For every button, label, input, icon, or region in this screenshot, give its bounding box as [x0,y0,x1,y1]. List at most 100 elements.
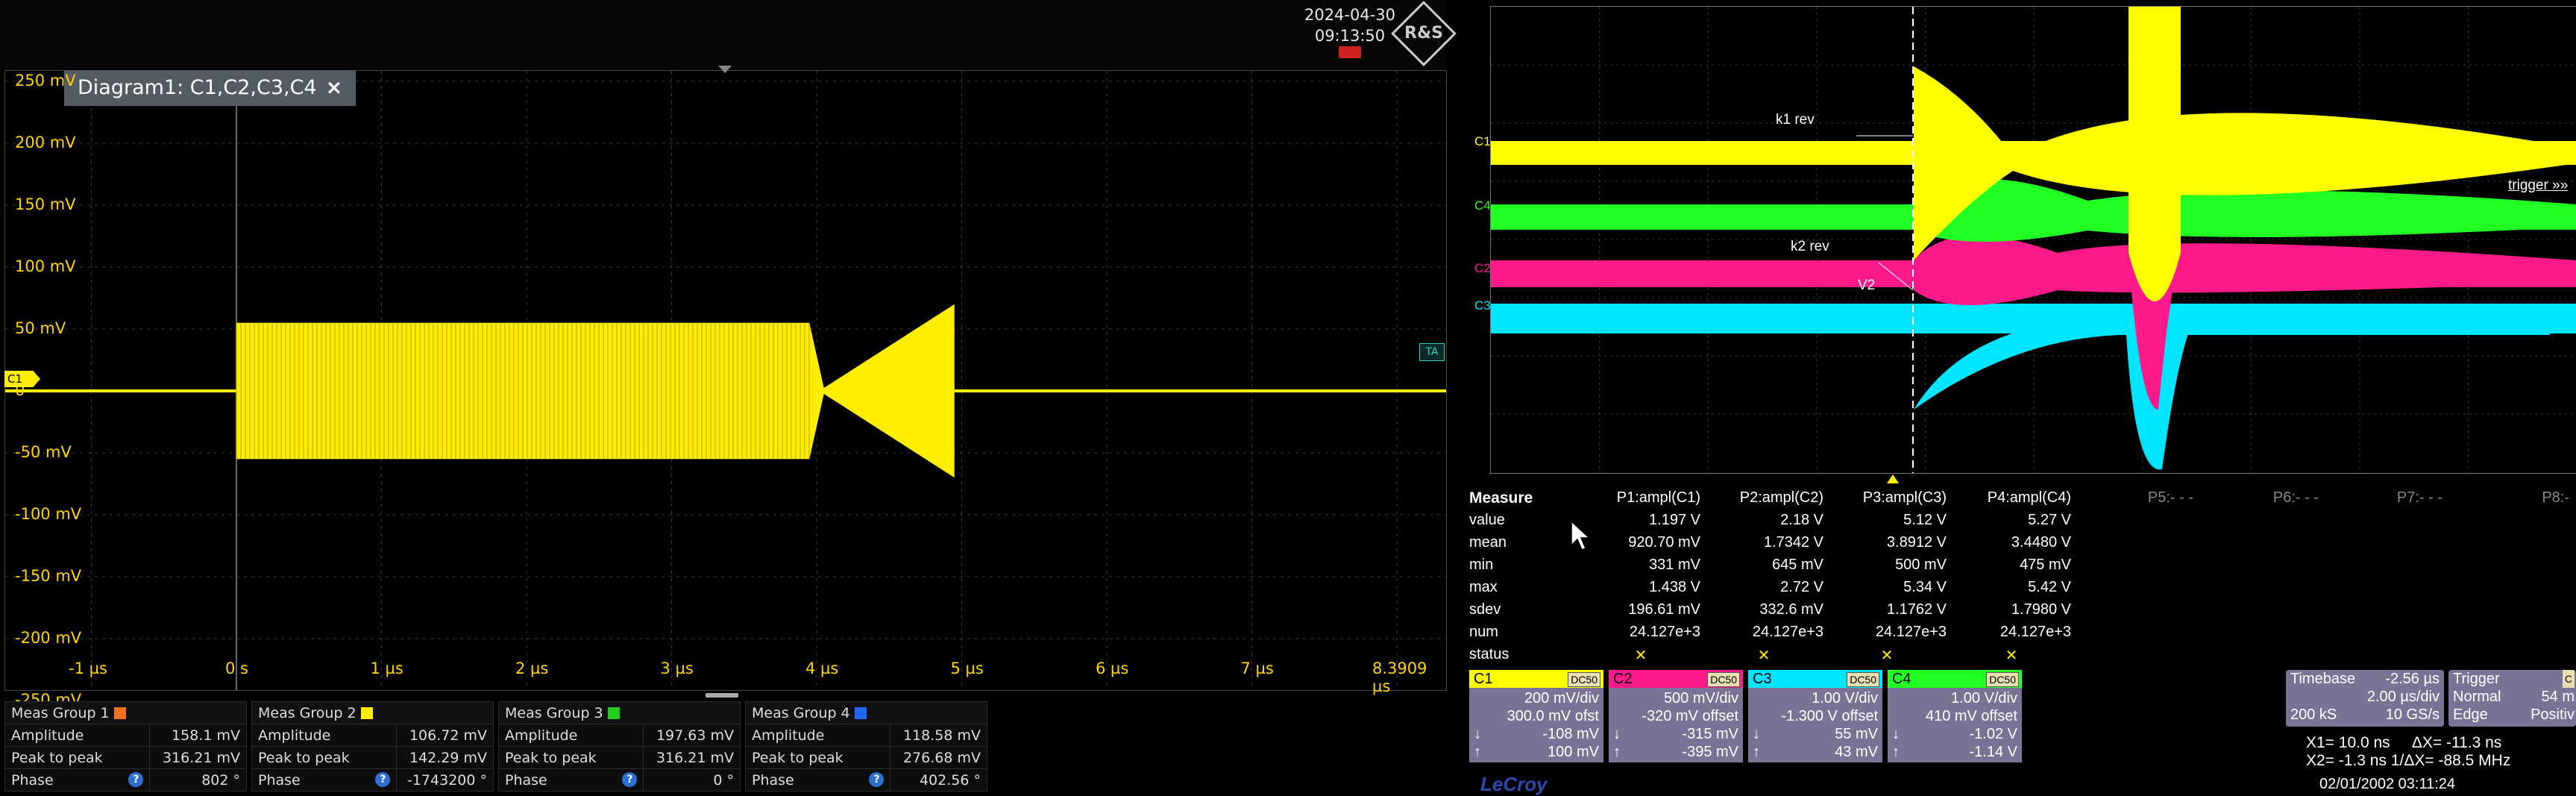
channel-panel-header: C3 DC50 [1748,670,1882,688]
meas-value: -1743200 ° [396,768,494,792]
channel-panel-c3[interactable]: C3 DC50 1.00 V/div -1.300 V offset ↓ 55 mV ↑ 43… [1748,670,1882,762]
meas-row[interactable]: Peak to peak 142.29 mV [251,746,494,769]
channel-panel-c2[interactable]: C2 DC50 500 mV/div -320 mV offset ↓ -315 mV ↑ -… [1609,670,1743,762]
meas-label: Peak to peak [11,749,103,766]
channel-hi: 100 mV [1548,744,1599,760]
channel-offset: -320 mV offset [1642,708,1738,724]
meas-row[interactable]: Peak to peak 276.68 mV [744,746,987,769]
trigger-level: 54 m [2541,689,2575,705]
channel-lo: -315 mV [1682,726,1738,742]
lecroy-logo: LeCroy [1480,773,1548,795]
group-color-icon [607,707,620,719]
x-tick-label: 3 µs [660,659,694,677]
measure-value: 1.197 V [1649,512,1700,528]
waveform-grid[interactable] [1490,6,2576,474]
meas-row[interactable]: Peak to peak 316.21 mV [497,746,741,769]
trace-ramp [809,304,955,478]
split-handle[interactable] [706,693,738,698]
trigger-slope: Positiv [2531,706,2575,723]
meas-row[interactable]: Phase? 402.56 ° [744,768,987,792]
meas-row[interactable]: Phase? -1743200 ° [251,768,494,792]
trigger-panel[interactable]: Trigger C Normal 54 m Edge Positiv [2448,670,2576,727]
meas-label: Amplitude [505,727,578,744]
measure-row-label: value [1469,512,1505,528]
trigger-label[interactable]: trigger »» [2508,178,2568,194]
measure-column-header[interactable]: P8:- [2450,489,2569,507]
measure-header[interactable]: Measure [1469,489,1533,507]
meas-label: Phase [258,771,301,789]
meas-row[interactable]: Amplitude 106.72 mV [251,724,494,747]
x-tick-label: 2 µs [515,659,549,677]
x-tick-label: -1 µs [69,659,107,677]
measure-column-header[interactable]: P1:ampl(C1) [1581,489,1700,507]
meas-label: Peak to peak [258,749,350,766]
k1-label: k1 rev [1776,112,1815,128]
help-icon[interactable]: ? [128,771,144,787]
measure-value: 24.127e+3 [1875,624,1947,640]
trigger-position-marker[interactable] [718,66,732,73]
date-label: 2024-04-30 [1304,6,1396,24]
waveform-plot[interactable] [4,70,1447,691]
meas-group-4[interactable]: Meas Group 4 Amplitude 118.58 mV Peak to pe… [744,701,987,792]
y-tick-label: 200 mV [15,134,76,151]
k2-label: k2 rev [1791,239,1829,254]
rs-oscilloscope: 2024-04-30 09:13:50 R&S Diagram1: C1,C2,… [0,0,1457,795]
meas-group-title-text: Meas Group 3 [505,704,603,721]
trigger-level-marker[interactable]: TA [1419,343,1445,361]
meas-row[interactable]: Peak to peak 316.21 mV [4,746,247,769]
measure-value: ✕ [1757,648,1771,664]
x-tick-label: 8.3909 µs [1372,659,1427,695]
mouse-pointer-icon [1571,520,1591,551]
channel-lo: 55 mV [1835,726,1878,742]
channel-panel-c4[interactable]: C4 DC50 1.00 V/div 410 mV offset ↓ -1.02 V ↑ -1… [1888,670,2022,762]
measure-value: 1.438 V [1649,579,1700,595]
meas-group-2[interactable]: Meas Group 2 Amplitude 106.72 mV Peak to pe… [251,701,494,792]
meas-row[interactable]: Amplitude 158.1 mV [4,724,247,747]
channel-hi: -1.14 V [1969,744,2017,760]
measure-column-header[interactable]: P7:- - - [2323,489,2443,507]
help-icon[interactable]: ? [869,771,885,787]
group-color-icon [854,707,867,719]
arrow-down-icon: ↓ [1474,726,1481,742]
help-icon[interactable]: ? [622,771,638,787]
meas-group-1[interactable]: Meas Group 1 Amplitude 158.1 mV Peak to pea… [4,701,247,792]
channel-lo: -108 mV [1542,726,1599,742]
meas-row[interactable]: Amplitude 197.63 mV [497,724,741,747]
meas-row[interactable]: Amplitude 118.58 mV [744,724,987,747]
channel-panel-c1[interactable]: C1 DC50 200 mV/div 300.0 mV ofst ↓ -108 mV ↑ 10… [1469,670,1603,762]
measure-value: 645 mV [1772,557,1823,573]
channel-panel-body: 1.00 V/div 410 mV offset ↓ -1.02 V ↑ -1.14 V [1888,688,2022,762]
channel-marker[interactable]: C1 [4,371,40,387]
meas-group-3[interactable]: Meas Group 3 Amplitude 197.63 mV Peak to pe… [497,701,741,792]
measure-column-header[interactable]: P5:- - - [2074,489,2193,507]
meas-value: 197.63 mV [643,724,741,747]
lecroy-waveform-svg [1491,7,2576,473]
meas-row[interactable]: Phase? 0 ° [497,768,741,792]
c1-tag[interactable]: C1 [1474,134,1491,149]
rs-logo-text: R&S [1404,23,1443,43]
measure-column-header[interactable]: P3:ampl(C3) [1827,489,1947,507]
c3-tag[interactable]: C3 [1474,298,1491,313]
measure-value: 2.18 V [1780,512,1823,528]
meas-row[interactable]: Phase? 802 ° [4,768,247,792]
coupling-badge: DC50 [1568,672,1600,687]
top-bar [0,0,1445,69]
c4-tag[interactable]: C4 [1474,198,1491,213]
x-tick-label: 7 µs [1240,659,1274,677]
meas-label: Phase [11,771,54,789]
measure-row-label: sdev [1469,601,1501,618]
measure-column-header[interactable]: P4:ampl(C4) [1952,489,2071,507]
measure-row-label: num [1469,624,1498,640]
measure-row-label: min [1469,557,1494,573]
x-tick-label: 5 µs [950,659,984,677]
measure-value: 920.70 mV [1628,534,1700,551]
channel-hi: 43 mV [1835,744,1878,760]
measure-column-header[interactable]: P2:ampl(C2) [1704,489,1823,507]
measure-column-header[interactable]: P6:- - - [2199,489,2319,507]
help-icon[interactable]: ? [375,771,391,787]
trigger-mode: Normal [2453,689,2501,705]
close-icon[interactable]: × [326,76,343,99]
diagram-tab[interactable]: Diagram1: C1,C2,C3,C4 × [64,70,356,106]
timebase-panel[interactable]: Timebase -2.56 µs 2.00 µs/div 200 kS 10 GS… [2286,670,2444,727]
c2-tag[interactable]: C2 [1474,261,1491,276]
